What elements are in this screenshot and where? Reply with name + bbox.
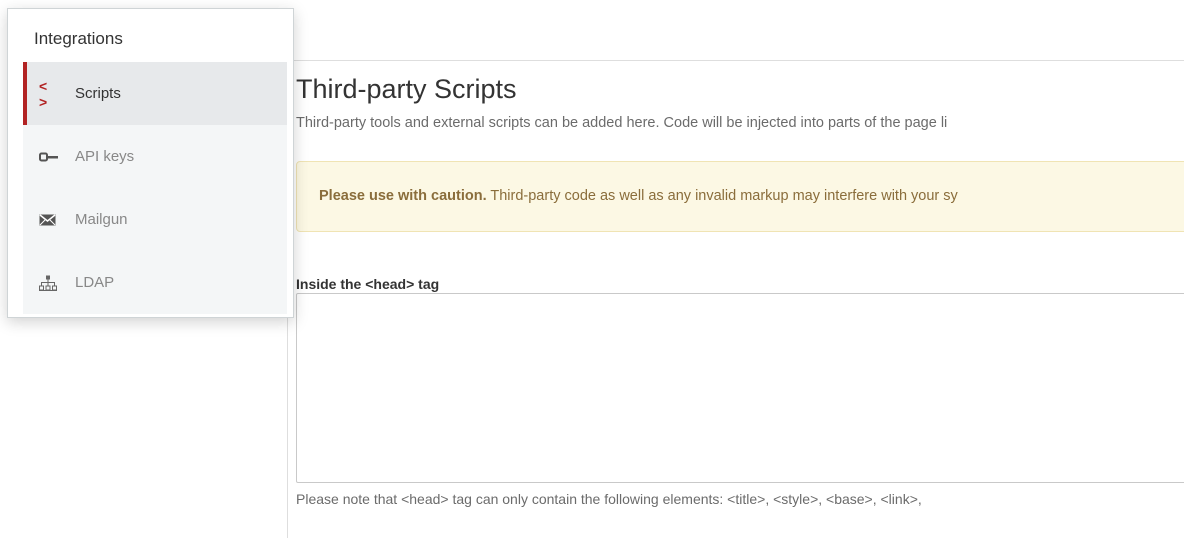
- sidebar-item-mailgun[interactable]: Mailgun: [23, 188, 287, 251]
- sidebar-item-api-keys[interactable]: API keys: [23, 125, 287, 188]
- sidebar-item-label: LDAP: [75, 274, 115, 291]
- sidebar-item-ldap[interactable]: LDAP: [23, 251, 287, 314]
- page-description: Third-party tools and external scripts c…: [296, 115, 948, 131]
- page: Third-party Scripts Third-party tools an…: [0, 0, 1184, 538]
- key-icon: [39, 152, 61, 162]
- sitemap-icon: [39, 275, 61, 291]
- sidebar-item-label: API keys: [75, 148, 135, 165]
- sidebar-nav: < > Scripts API keys Mailgun LDAP: [23, 62, 287, 314]
- main-panel: Third-party Scripts Third-party tools an…: [287, 60, 1184, 538]
- sidebar-item-label: Mailgun: [75, 211, 128, 228]
- head-code-editor[interactable]: [296, 293, 1184, 483]
- head-tag-help-text: Please note that <head> tag can only con…: [296, 491, 922, 507]
- sidebar-item-label: Scripts: [75, 85, 121, 102]
- integrations-sidebar: Integrations < > Scripts API keys Mailgu…: [7, 8, 294, 318]
- code-icon: < >: [39, 77, 49, 110]
- alert-bold-text: Please use with caution.: [319, 188, 487, 204]
- caution-alert: Please use with caution. Third-party cod…: [296, 161, 1184, 232]
- alert-text: Please use with caution. Third-party cod…: [319, 188, 958, 204]
- sidebar-title: Integrations: [34, 29, 123, 48]
- alert-body-text: Third-party code as well as any invalid …: [486, 188, 958, 204]
- page-title: Third-party Scripts: [296, 74, 517, 104]
- envelope-icon: [39, 213, 61, 226]
- head-tag-label: Inside the <head> tag: [296, 276, 440, 292]
- sidebar-item-scripts[interactable]: < > Scripts: [23, 62, 287, 125]
